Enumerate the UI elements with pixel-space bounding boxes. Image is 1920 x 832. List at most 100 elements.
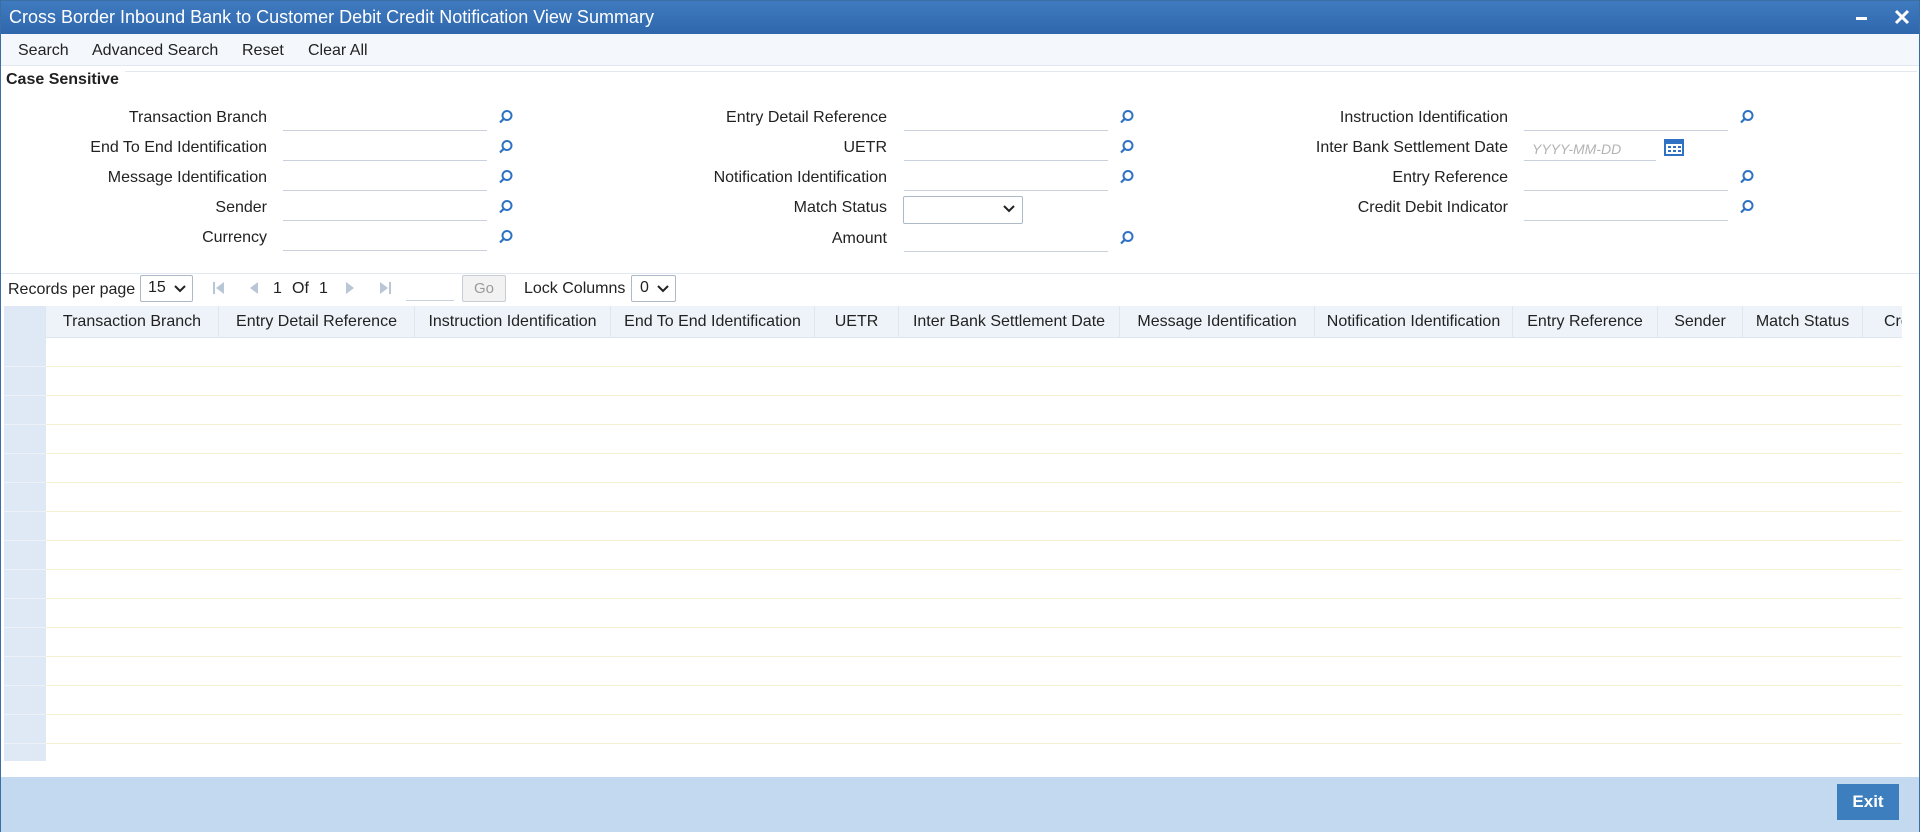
- row-selector[interactable]: [4, 744, 46, 761]
- row-selector[interactable]: [4, 425, 46, 454]
- row-selector[interactable]: [4, 367, 46, 396]
- search-button[interactable]: Search: [18, 42, 69, 60]
- table-row[interactable]: [46, 454, 1902, 483]
- column-header[interactable]: Message Identification: [1120, 306, 1315, 338]
- row-selector[interactable]: [4, 686, 46, 715]
- table-row[interactable]: [46, 367, 1902, 396]
- uetr-input[interactable]: [904, 137, 1108, 161]
- first-page-icon[interactable]: [211, 280, 227, 296]
- entry-reference-search-icon[interactable]: [1739, 169, 1755, 185]
- amount-input[interactable]: [904, 228, 1108, 252]
- column-header[interactable]: UETR: [815, 306, 899, 338]
- entry-reference-label: Entry Reference: [1392, 169, 1508, 186]
- entry-detail-reference-search-icon[interactable]: [1119, 109, 1135, 125]
- table-row[interactable]: [46, 338, 1902, 367]
- end-to-end-identification-search-icon[interactable]: [498, 139, 514, 155]
- table-row[interactable]: [46, 657, 1902, 686]
- previous-page-icon[interactable]: [246, 280, 262, 296]
- records-per-page-select[interactable]: 15: [140, 275, 193, 302]
- row-selector[interactable]: [4, 512, 46, 541]
- exit-button[interactable]: Exit: [1837, 784, 1899, 820]
- table-row[interactable]: [46, 599, 1902, 628]
- table-row[interactable]: [46, 715, 1902, 744]
- row-selector[interactable]: [4, 599, 46, 628]
- table-row[interactable]: [46, 512, 1902, 541]
- select-all-header[interactable]: [4, 306, 46, 338]
- table-row[interactable]: [46, 541, 1902, 570]
- transaction-branch-input[interactable]: [283, 107, 487, 131]
- instruction-identification-label: Instruction Identification: [1339, 109, 1508, 126]
- toolbar: Search Advanced Search Reset Clear All: [1, 34, 1919, 66]
- row-selector[interactable]: [4, 454, 46, 483]
- calendar-icon[interactable]: [1663, 137, 1685, 157]
- currency-label: Currency: [202, 229, 267, 246]
- column-header[interactable]: Entry Detail Reference: [219, 306, 415, 338]
- last-page-icon[interactable]: [377, 280, 393, 296]
- table-row[interactable]: [46, 396, 1902, 425]
- notification-identification-input[interactable]: [904, 167, 1108, 191]
- table-row[interactable]: [46, 570, 1902, 599]
- pagination-bar: [1, 273, 1919, 305]
- column-header[interactable]: End To End Identification: [611, 306, 815, 338]
- row-selector[interactable]: [4, 628, 46, 657]
- credit-debit-indicator-input[interactable]: [1524, 197, 1728, 221]
- currency-input[interactable]: [283, 227, 487, 251]
- entry-detail-reference-input[interactable]: [904, 107, 1108, 131]
- row-selector[interactable]: [4, 715, 46, 744]
- page-number-input[interactable]: [406, 277, 454, 301]
- row-selector[interactable]: [4, 570, 46, 599]
- column-header[interactable]: Instruction Identification: [415, 306, 611, 338]
- column-header[interactable]: Sender: [1658, 306, 1743, 338]
- notification-identification-search-icon[interactable]: [1119, 169, 1135, 185]
- uetr-search-icon[interactable]: [1119, 139, 1135, 155]
- column-header[interactable]: Transaction Branch: [46, 306, 219, 338]
- column-header[interactable]: Match Status: [1743, 306, 1863, 338]
- results-grid: Transaction Branch Entry Detail Referenc…: [4, 306, 1902, 761]
- instruction-identification-input[interactable]: [1524, 107, 1728, 131]
- column-header[interactable]: Inter Bank Settlement Date: [899, 306, 1120, 338]
- advanced-search-button[interactable]: Advanced Search: [92, 42, 218, 60]
- row-selector[interactable]: [4, 338, 46, 367]
- grid-header: Transaction Branch Entry Detail Referenc…: [4, 306, 1902, 338]
- table-row[interactable]: [46, 628, 1902, 657]
- sender-search-icon[interactable]: [498, 199, 514, 215]
- amount-search-icon[interactable]: [1119, 230, 1135, 246]
- amount-label: Amount: [831, 230, 887, 247]
- close-icon[interactable]: [1891, 6, 1913, 28]
- row-selector[interactable]: [4, 541, 46, 570]
- end-to-end-identification-input[interactable]: [283, 137, 487, 161]
- go-button[interactable]: Go: [462, 275, 506, 302]
- lock-columns-select[interactable]: 0: [631, 275, 676, 302]
- row-selector[interactable]: [4, 396, 46, 425]
- row-selector[interactable]: [4, 657, 46, 686]
- transaction-branch-search-icon[interactable]: [498, 109, 514, 125]
- chevron-down-icon: [174, 280, 186, 298]
- records-per-page-label: Records per page: [8, 281, 136, 298]
- transaction-branch-label: Transaction Branch: [128, 109, 267, 126]
- row-selector[interactable]: [4, 483, 46, 512]
- lock-columns-value: 0: [640, 279, 649, 296]
- column-header[interactable]: Notification Identification: [1315, 306, 1513, 338]
- message-identification-input[interactable]: [283, 167, 487, 191]
- credit-debit-indicator-search-icon[interactable]: [1739, 199, 1755, 215]
- message-identification-search-icon[interactable]: [498, 169, 514, 185]
- table-row[interactable]: [46, 686, 1902, 715]
- table-row[interactable]: [46, 425, 1902, 454]
- table-row[interactable]: [46, 744, 1902, 761]
- clear-all-button[interactable]: Clear All: [308, 42, 368, 60]
- minimize-icon[interactable]: [1851, 6, 1873, 28]
- table-row[interactable]: [46, 483, 1902, 512]
- inter-bank-settlement-date-label: Inter Bank Settlement Date: [1315, 139, 1508, 156]
- column-header[interactable]: Cre: [1863, 306, 1902, 338]
- title-bar: Cross Border Inbound Bank to Customer De…: [1, 1, 1919, 34]
- footer-bar: [1, 777, 1919, 832]
- sender-input[interactable]: [283, 197, 487, 221]
- reset-button[interactable]: Reset: [242, 42, 284, 60]
- currency-search-icon[interactable]: [498, 229, 514, 245]
- match-status-select[interactable]: [903, 196, 1023, 224]
- entry-reference-input[interactable]: [1524, 167, 1728, 191]
- inter-bank-settlement-date-input[interactable]: [1524, 137, 1656, 161]
- next-page-icon[interactable]: [342, 280, 358, 296]
- instruction-identification-search-icon[interactable]: [1739, 109, 1755, 125]
- column-header[interactable]: Entry Reference: [1513, 306, 1658, 338]
